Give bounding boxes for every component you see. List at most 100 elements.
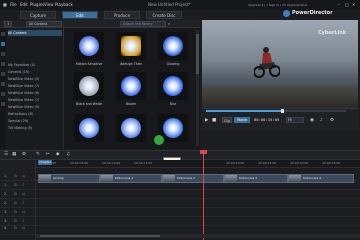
timeline-scrollbar-thumb[interactable] [40,235,160,237]
play-icon[interactable]: ▶ [205,118,208,123]
clip-label: Motocross 1 [115,176,134,180]
menu-playback[interactable]: Playback [55,2,73,7]
menu-plugins[interactable]: Plugins [30,2,44,7]
category-item[interactable]: NewBlue Video (5) [8,76,62,82]
powerdirector-logo-icon [283,10,290,17]
voice-room-icon[interactable] [1,102,5,106]
tab-produce[interactable]: Produce [104,11,140,19]
category-item[interactable]: NewBlue Video (6) [8,90,62,96]
audio-room-icon[interactable] [1,92,5,96]
title-room-icon[interactable] [1,72,5,76]
zoom-dropdown[interactable]: Fit [286,117,304,123]
track-number: 2. [4,201,8,205]
menu-edit[interactable]: Edit [20,2,28,7]
effect-label: Glowing [166,62,180,66]
effect-category-list: All Content My Favorites (0) General (19… [6,28,64,149]
tab-edit[interactable]: Edit [62,11,98,19]
category-item[interactable]: Tilt Making (5) [8,125,62,131]
search-input[interactable]: Search the library [120,21,166,27]
track-number: 3. [4,219,8,223]
category-item[interactable]: NewBlue Video (5) [8,104,62,110]
particle-room-icon[interactable] [1,62,5,66]
storyboard-view-icon[interactable]: ▦ [12,152,16,157]
settings-icon[interactable]: ⚙ [330,118,334,123]
video-track-icon: ▭ [22,174,26,178]
track-lock-icon[interactable]: ⊡ [14,219,17,223]
fix-enhance-icon[interactable]: ✎ [36,152,40,157]
category-item[interactable]: All Content [8,30,62,36]
timeline-clip[interactable]: Motocross 1 [100,174,162,183]
track-number: 4. [4,226,8,230]
video-track-icon: ▭ [22,192,26,196]
effect-thumb-titler[interactable] [116,32,146,60]
clip-label: Motocross 2 [177,176,196,180]
account-links[interactable]: Upgrade ▾ | ? Sign In | 15 Upgrade Now [248,3,307,7]
effect-thumb-bw[interactable] [74,72,104,100]
effect-thumb-bloom[interactable] [116,72,146,100]
motocross-rider-image [254,47,280,78]
media-room-icon[interactable] [1,32,5,36]
effect-thumb-blur-3[interactable] [116,114,146,142]
effect-label: Black and White [76,102,102,106]
cyberlink-watermark: CyberLink [318,30,347,36]
category-item[interactable]: NewBlue Video (7) [8,83,62,89]
ruler-tick: 00:00:20:00 [226,161,245,165]
category-item[interactable]: NewBlue Video (7) [8,97,62,103]
track-lock-icon[interactable]: ⊡ [14,210,17,214]
track-manager-icon[interactable]: ⚙ [22,152,26,157]
menu-view[interactable]: View [44,2,54,7]
pip-room-icon[interactable] [1,52,5,56]
stop-icon[interactable]: ■ [212,118,216,123]
track-lock-icon[interactable]: ⊡ [14,174,17,178]
effect-thumb-blur-2[interactable] [74,114,104,142]
scrubber-handle[interactable] [281,109,284,113]
category-item[interactable]: Refractions (8) [8,111,62,117]
snapshot-icon[interactable]: ◉ [310,118,314,123]
close-icon[interactable]: ✕ [352,2,355,7]
track-lock-icon[interactable]: ⊡ [14,183,17,187]
effect-grid: Motion Sensitive Adesign Titler Glowing … [64,28,200,149]
effect-thumb-motion[interactable] [74,32,104,60]
tab-create-disc[interactable]: Create Disc [146,11,182,19]
effect-thumb-blur[interactable] [158,72,188,100]
filter-dropdown[interactable]: All Content [26,21,62,27]
volume-icon[interactable]: ♪ [320,118,323,123]
category-item[interactable]: Special (29) [8,118,62,124]
movie-mode-button[interactable]: Movie [234,117,250,123]
maximize-icon[interactable]: □ [345,2,349,7]
transition-room-icon[interactable] [1,82,5,86]
timeline-view-icon[interactable]: ☰ [4,152,8,157]
audio-track-icon: ♪ [22,183,25,187]
tools-icon[interactable]: ✂ [46,152,50,157]
category-item[interactable]: General (19) [8,69,62,75]
timeline-clip[interactable]: Motocross 3 [224,174,288,183]
track-lock-icon[interactable]: ⊡ [14,192,17,196]
timeline-clip[interactable]: Motocross 2 [162,174,224,183]
effect-thumb-glowing[interactable] [158,32,188,60]
keyframe-icon[interactable]: ◆ [56,152,59,157]
effect-label: Adesign Titler [120,62,142,66]
chapter-marker[interactable]: Chapter [38,160,52,165]
import-icon[interactable]: ⇪ [4,21,12,27]
clip-mode-button[interactable]: Clip [222,117,232,123]
grid-scrollbar-thumb[interactable] [196,34,199,74]
timeline-clip[interactable]: Gliding [38,174,100,183]
audio-mixer-icon[interactable]: ♫ [66,152,70,157]
clip-thumbnail [225,175,237,182]
title-bar: ■ File Edit Plugins View Playback New Un… [0,0,360,10]
track-lock-icon[interactable]: ⊡ [14,201,17,205]
tab-capture[interactable]: Capture [20,11,56,19]
video-track-icon: ▭ [22,210,26,214]
add-to-timeline-button[interactable] [154,135,164,145]
clip-thumbnail [163,175,175,182]
timecode-display: 00:00:15:05 [254,117,280,122]
minimize-icon[interactable]: – [338,2,340,7]
timeline-clip[interactable]: Motocross 4 [288,174,354,183]
track-lock-icon[interactable]: ⊡ [14,226,17,230]
track-number: 2. [4,192,8,196]
effect-room-icon[interactable] [1,42,5,46]
playhead-line[interactable] [203,150,204,240]
category-item[interactable]: My Favorites (0) [8,62,62,68]
menu-file[interactable]: File [10,2,17,7]
search-icon[interactable]: ⌕ [168,21,170,26]
